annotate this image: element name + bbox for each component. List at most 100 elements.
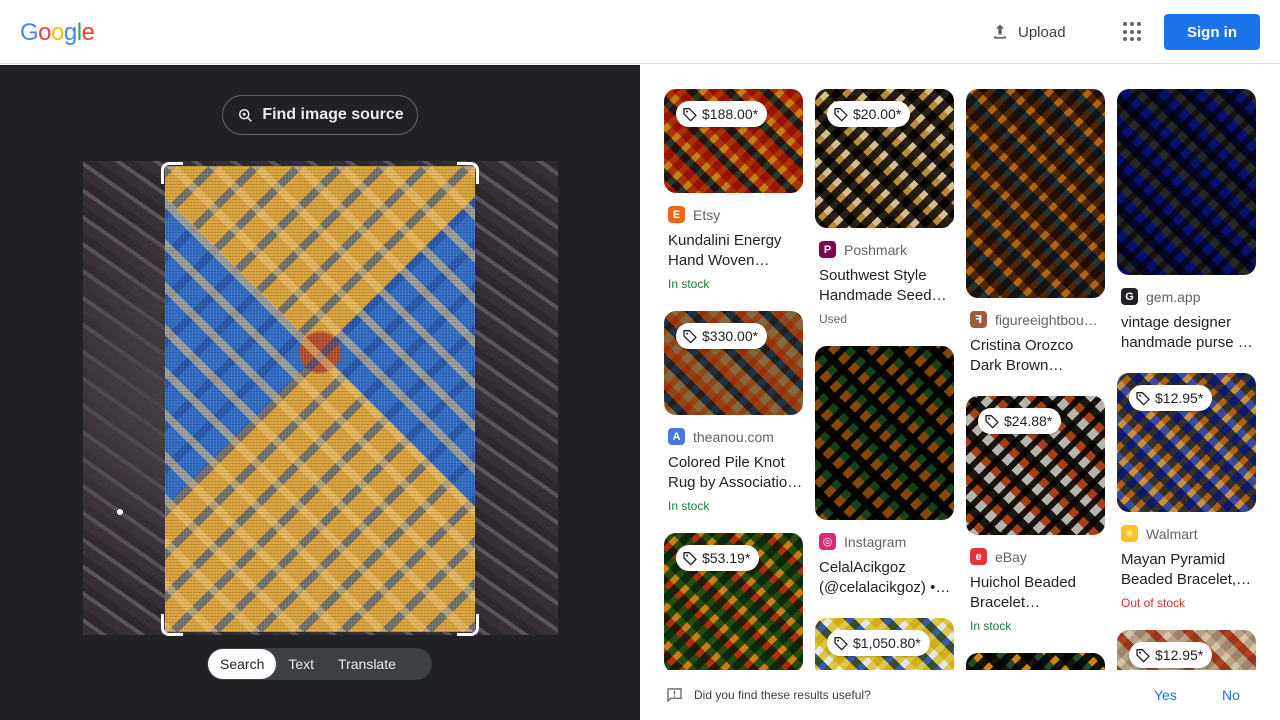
google-apps-button[interactable] — [1120, 20, 1144, 44]
result-thumbnail[interactable] — [1117, 89, 1256, 275]
logo-letter: G — [20, 19, 39, 46]
apps-grid-icon — [1123, 22, 1127, 26]
result-source[interactable]: ✳ Walmart — [1121, 525, 1256, 542]
google-logo[interactable]: Google — [20, 19, 95, 47]
feedback-no-button[interactable]: No — [1222, 687, 1240, 703]
result-title[interactable]: Cristina Orozco Dark Brown… — [970, 336, 1105, 376]
result-card[interactable]: $20.00* P Poshmark Southwest Style Handmade… — [815, 89, 954, 326]
result-title[interactable]: Colored Pile Knot Rug by Associatio… — [668, 453, 803, 493]
stock-status: In stock — [668, 277, 710, 291]
price-badge: $53.19* — [676, 545, 760, 571]
result-card[interactable]: ꟻ figureeightbou… Cristina Orozco Dark Bro… — [966, 89, 1105, 376]
price-tag-icon — [985, 415, 999, 429]
result-thumbnail[interactable] — [815, 346, 954, 520]
site-favicon-icon: ◎ — [819, 533, 836, 550]
crop-handle-bottom-right[interactable] — [457, 614, 479, 636]
result-title[interactable]: Kundalini Energy Hand Woven… — [668, 231, 803, 271]
result-title[interactable]: CelalAcikgoz (@celalacikgoz) •… — [819, 558, 954, 598]
apps-grid-icon — [1123, 37, 1127, 42]
result-thumbnail[interactable]: $20.00* — [815, 89, 954, 228]
price-badge: $1,050.80* — [827, 630, 930, 656]
result-card[interactable]: $330.00* Atheanou.com Colored Pile Knot Ru… — [664, 311, 803, 513]
site-favicon-icon: ✳ — [1121, 525, 1138, 542]
lens-image-pane: Find image source Search Text Translate — [0, 65, 640, 720]
result-card[interactable]: $24.88* e eBay Huichol Beaded Bracelet… In s… — [966, 396, 1105, 633]
object-marker-dot[interactable] — [117, 509, 123, 515]
result-thumbnail[interactable] — [966, 89, 1105, 298]
result-thumbnail[interactable]: $53.19* — [664, 533, 803, 670]
logo-letter: e — [81, 19, 95, 46]
crop-handle-top-right[interactable] — [457, 162, 479, 184]
result-card[interactable]: Ggem.app vintage designer handmade purse … — [1117, 89, 1256, 353]
price-tag-icon — [683, 330, 697, 344]
source-name: Walmart — [1146, 525, 1198, 542]
result-thumbnail[interactable] — [966, 653, 1105, 670]
result-title[interactable]: Mayan Pyramid Beaded Bracelet,… — [1121, 550, 1256, 590]
result-card[interactable]: $12.95* — [1117, 630, 1256, 670]
upload-button[interactable]: Upload — [990, 18, 1066, 46]
logo-letter: o — [51, 19, 64, 46]
apps-grid-icon — [1130, 29, 1134, 34]
feedback-yes-button[interactable]: Yes — [1154, 687, 1177, 703]
result-source[interactable]: ◎ Instagram — [819, 533, 954, 550]
stock-status: In stock — [970, 619, 1012, 633]
source-name: Instagram — [844, 533, 907, 550]
price-tag-icon — [834, 108, 848, 122]
result-source[interactable]: Ggem.app — [1121, 288, 1256, 305]
crop-handle-bottom-left[interactable] — [161, 614, 183, 636]
price-tag-icon — [1136, 649, 1150, 663]
apps-grid-icon — [1130, 37, 1134, 42]
mode-tab-text[interactable]: Text — [276, 649, 326, 679]
mode-tab-translate[interactable]: Translate — [326, 649, 408, 679]
result-thumbnail[interactable]: $330.00* — [664, 311, 803, 415]
stock-status: Used — [819, 312, 848, 326]
lens-mode-switcher: Search Text Translate — [207, 648, 432, 680]
site-favicon-icon: e — [970, 548, 987, 565]
stock-status: In stock — [668, 499, 710, 513]
result-thumbnail[interactable]: $12.95* — [1117, 630, 1256, 670]
price-text: $53.19* — [702, 550, 751, 566]
result-thumbnail[interactable]: $1,050.80* — [815, 618, 954, 670]
price-text: $24.88* — [1004, 413, 1053, 429]
find-image-source-button[interactable]: Find image source — [222, 95, 418, 135]
crop-handle-top-left[interactable] — [161, 162, 183, 184]
feedback-icon — [667, 688, 682, 702]
result-card[interactable]: ◎ Instagram CelalAcikgoz (@celalacikgoz) •… — [815, 346, 954, 598]
stock-status: Out of stock — [1121, 596, 1186, 610]
price-text: $12.95* — [1155, 390, 1204, 406]
sign-in-button[interactable]: Sign in — [1164, 14, 1260, 50]
result-source[interactable]: Atheanou.com — [668, 428, 803, 445]
results-column: Ggem.app vintage designer handmade purse … — [1117, 89, 1256, 670]
result-thumbnail[interactable]: $24.88* — [966, 396, 1105, 535]
selected-region-image — [165, 166, 475, 632]
price-badge: $12.95* — [1129, 385, 1213, 411]
result-card[interactable]: $53.19* — [664, 533, 803, 670]
result-thumbnail[interactable]: $188.00* — [664, 89, 803, 193]
result-card[interactable] — [966, 653, 1105, 670]
result-source[interactable]: e eBay — [970, 548, 1105, 565]
result-title[interactable]: vintage designer handmade purse … — [1121, 313, 1256, 353]
site-favicon-icon: ꟻ — [970, 311, 987, 328]
site-favicon-icon: P — [819, 241, 836, 258]
result-thumbnail[interactable]: $12.95* — [1117, 373, 1256, 512]
price-text: $1,050.80* — [853, 635, 921, 651]
apps-grid-icon — [1130, 22, 1134, 26]
result-card[interactable]: $188.00* E Etsy Kundalini Energy Hand Woven… — [664, 89, 803, 291]
price-text: $330.00* — [702, 328, 759, 344]
result-title[interactable]: Southwest Style Handmade Seed… — [819, 266, 954, 306]
find-image-source-label: Find image source — [262, 106, 404, 123]
result-source[interactable]: P Poshmark — [819, 241, 954, 258]
crop-selection[interactable] — [165, 166, 475, 632]
result-card[interactable]: $12.95* ✳ Walmart Mayan Pyramid Beaded Brac… — [1117, 373, 1256, 610]
result-source[interactable]: E Etsy — [668, 206, 803, 223]
source-name: gem.app — [1146, 288, 1201, 305]
price-tag-icon — [683, 108, 697, 122]
result-source[interactable]: ꟻ figureeightbou… — [970, 311, 1105, 328]
lens-search-icon — [239, 109, 253, 122]
result-title[interactable]: Huichol Beaded Bracelet… — [970, 573, 1105, 613]
mode-tab-search[interactable]: Search — [208, 649, 277, 679]
upload-label: Upload — [1018, 23, 1066, 41]
apps-grid-icon — [1123, 29, 1127, 34]
result-card[interactable]: $1,050.80* — [815, 618, 954, 670]
source-name: figureeightbou… — [995, 311, 1098, 328]
